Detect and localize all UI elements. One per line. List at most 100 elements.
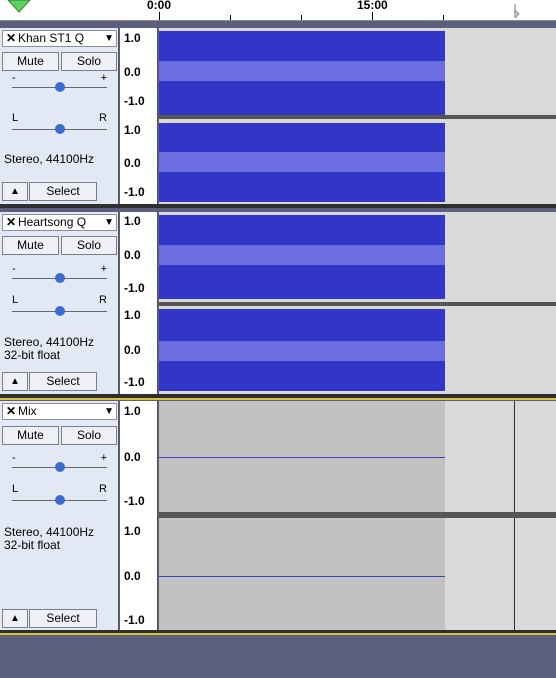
waveform-rms [159, 341, 445, 361]
mix-channel-right[interactable] [159, 518, 445, 632]
gain-minus-label: - [12, 263, 16, 275]
scale-mid-label: 0.0 [124, 343, 141, 357]
amplitude-scale[interactable]: 1.0 0.0 -1.0 1.0 0.0 -1.0 [120, 401, 158, 632]
solo-button[interactable]: Solo [61, 52, 117, 71]
gain-slider[interactable]: - + [12, 452, 107, 476]
gain-slider-thumb[interactable] [55, 273, 65, 283]
gain-minus-label: - [12, 72, 16, 84]
amplitude-scale[interactable]: 1.0 0.0 -1.0 1.0 0.0 -1.0 [120, 212, 158, 396]
track-title-bar[interactable]: ✕ Heartsong Q ▼ [2, 214, 117, 231]
waveform-area[interactable] [159, 212, 556, 396]
mute-button[interactable]: Mute [2, 236, 59, 255]
ruler-label-start: 0:00 [147, 0, 172, 12]
collapse-up-icon[interactable]: ▲ [2, 372, 28, 391]
scale-bottom-label: -1.0 [124, 281, 145, 295]
dropdown-arrow-icon[interactable]: ▼ [104, 215, 114, 230]
ruler-tick [443, 15, 444, 20]
scale-top-label: 1.0 [124, 31, 141, 45]
channel-divider [159, 115, 556, 119]
mute-button[interactable]: Mute [2, 426, 59, 445]
pan-right-label: R [99, 483, 107, 495]
track-control-panel[interactable]: ✕ Heartsong Q ▼ Mute Solo - + L R Stereo… [0, 212, 119, 396]
silence-line [159, 576, 445, 577]
gain-slider-thumb[interactable] [55, 82, 65, 92]
collapse-up-icon[interactable]: ▲ [2, 182, 28, 201]
pan-right-label: R [99, 294, 107, 306]
pan-left-label: L [12, 112, 19, 124]
scale-top-label: 1.0 [124, 404, 141, 418]
timeline-ruler[interactable]: 0:00 15:00 [0, 0, 556, 21]
track-name[interactable]: Mix [18, 404, 100, 419]
track-name[interactable]: Khan ST1 Q [18, 31, 100, 46]
close-icon[interactable]: ✕ [6, 31, 16, 46]
scale-bottom-label: -1.0 [124, 613, 145, 627]
ruler-tick [159, 12, 160, 20]
collapse-up-icon[interactable]: ▲ [2, 609, 28, 628]
scale-bottom-label: -1.0 [124, 494, 145, 508]
scale-bottom-label: -1.0 [124, 375, 145, 389]
scale-bottom-label: -1.0 [124, 94, 145, 108]
track-name[interactable]: Heartsong Q [18, 215, 100, 230]
gain-minus-label: - [12, 452, 16, 464]
pan-slider-thumb[interactable] [55, 306, 65, 316]
waveform-rms [159, 245, 445, 265]
track-info: Stereo, 44100Hz 32-bit float [4, 526, 94, 552]
pan-right-label: R [99, 112, 107, 124]
track-title-bar[interactable]: ✕ Mix ▼ [2, 403, 117, 420]
close-icon[interactable]: ✕ [6, 404, 16, 419]
scale-mid-label: 0.0 [124, 450, 141, 464]
pan-slider[interactable]: L R [12, 483, 107, 505]
solo-button[interactable]: Solo [61, 236, 117, 255]
ruler-tick [230, 15, 231, 20]
track-bit-depth: 32-bit float [4, 538, 61, 552]
pan-left-label: L [12, 294, 19, 306]
scale-top-label: 1.0 [124, 214, 141, 228]
select-button[interactable]: Select [29, 372, 97, 391]
select-button[interactable]: Select [29, 182, 97, 201]
down-arrow-icon[interactable] [0, 0, 36, 14]
amplitude-scale[interactable]: 1.0 0.0 -1.0 1.0 0.0 -1.0 [120, 28, 158, 206]
scale-top-label: 1.0 [124, 524, 141, 538]
scale-mid-label: 0.0 [124, 65, 141, 79]
dropdown-arrow-icon[interactable]: ▼ [104, 404, 114, 419]
gain-slider[interactable]: - + [12, 263, 107, 287]
scale-top-label: 1.0 [124, 123, 141, 137]
track-control-panel[interactable]: ✕ Khan ST1 Q ▼ Mute Solo - + L R Stereo,… [0, 28, 119, 206]
track-separator [0, 204, 556, 208]
gain-plus-label: + [100, 452, 107, 464]
select-button[interactable]: Select [29, 609, 97, 628]
gain-plus-label: + [100, 263, 107, 275]
track-info: Stereo, 44100Hz 32-bit float [4, 336, 94, 362]
pan-slider-thumb[interactable] [55, 495, 65, 505]
waveform-rms [159, 61, 445, 81]
cursor-line [514, 401, 515, 512]
play-cursor-icon[interactable] [514, 4, 520, 18]
gain-slider[interactable]: - + [12, 72, 107, 96]
pan-left-label: L [12, 483, 19, 495]
pan-slider[interactable]: L R [12, 112, 107, 134]
track-control-panel[interactable]: ✕ Mix ▼ Mute Solo - + L R Stereo, 44100H… [0, 401, 119, 632]
scale-mid-label: 0.0 [124, 569, 141, 583]
track-bit-depth: 32-bit float [4, 348, 61, 362]
close-icon[interactable]: ✕ [6, 215, 16, 230]
track-title-bar[interactable]: ✕ Khan ST1 Q ▼ [2, 30, 117, 47]
scale-mid-label: 0.0 [124, 248, 141, 262]
scale-mid-label: 0.0 [124, 156, 141, 170]
pan-slider-thumb[interactable] [55, 124, 65, 134]
track-separator-yellow [0, 398, 556, 400]
mute-button[interactable]: Mute [2, 52, 59, 71]
dropdown-arrow-icon[interactable]: ▼ [104, 31, 114, 46]
track-info: Stereo, 44100Hz [4, 153, 94, 166]
gain-slider-thumb[interactable] [55, 462, 65, 472]
track-separator-yellow [0, 633, 556, 635]
track-format: Stereo, 44100Hz [4, 152, 95, 166]
waveform-area[interactable] [159, 401, 556, 632]
pan-slider[interactable]: L R [12, 294, 107, 316]
solo-button[interactable]: Solo [61, 426, 117, 445]
gain-plus-label: + [100, 72, 107, 84]
waveform-rms [159, 152, 445, 172]
waveform-area[interactable] [159, 28, 556, 206]
cursor-line [514, 518, 515, 632]
scale-top-label: 1.0 [124, 308, 141, 322]
ruler-tick [372, 12, 373, 20]
